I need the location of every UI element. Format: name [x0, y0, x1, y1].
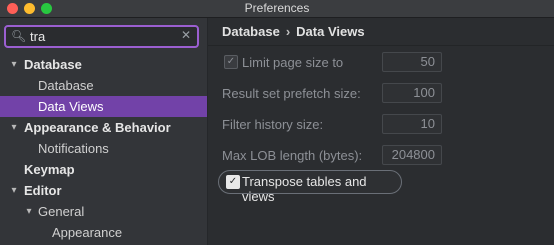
limit-page-size-field[interactable]: 50 — [382, 52, 442, 72]
breadcrumb-parent: Database — [222, 24, 280, 39]
max-lob-label: Max LOB length (bytes): — [222, 148, 363, 163]
tree-item-label: Editor — [24, 183, 62, 198]
prefetch-field[interactable]: 100 — [382, 83, 442, 103]
settings-panel: Database › Data Views ✓ Limit page size to… — [208, 18, 554, 245]
header-divider — [208, 45, 554, 46]
tree-item-label: Data Views — [38, 99, 104, 114]
max-lob-field[interactable]: 204800 — [382, 145, 442, 165]
filter-history-label: Filter history size: — [222, 117, 324, 132]
filter-history-row: Filter history size: 10 — [222, 114, 542, 136]
preferences-window: Preferences 🔍︎ ✕ ▾ Database Database Dat… — [0, 0, 554, 245]
limit-page-size-label: Limit page size to — [242, 55, 344, 70]
tree-item-label: Appearance & Behavior — [24, 120, 171, 135]
tree-item-label: General — [38, 204, 85, 219]
search-box[interactable]: 🔍︎ ✕ — [4, 25, 199, 48]
settings-sidebar: 🔍︎ ✕ ▾ Database Database Data Views ▾ Ap… — [0, 18, 208, 245]
tree-item-notifications[interactable]: Notifications — [0, 138, 207, 159]
search-input[interactable] — [30, 28, 170, 45]
window-title: Preferences — [244, 1, 310, 15]
tree-item-label: Keymap — [24, 162, 75, 177]
breadcrumb-current: Data Views — [296, 24, 365, 39]
tree-item-label: Notifications — [38, 141, 109, 156]
tree-item-label: Appearance — [52, 225, 123, 240]
settings-tree: ▾ Database Database Data Views ▾ Appeara… — [0, 54, 207, 243]
tree-item-appearance[interactable]: Appearance — [0, 222, 207, 243]
limit-page-size-row: ✓ Limit page size to 50 — [222, 52, 542, 74]
title-bar: Preferences — [0, 0, 554, 18]
max-lob-row: Max LOB length (bytes): 204800 — [222, 145, 542, 167]
tree-item-appearance-behavior[interactable]: ▾ Appearance & Behavior — [0, 117, 207, 138]
chevron-down-icon[interactable]: ▾ — [8, 54, 20, 75]
prefetch-row: Result set prefetch size: 100 — [222, 83, 542, 105]
tree-item-label: Database — [38, 78, 94, 93]
filter-history-field[interactable]: 10 — [382, 114, 442, 134]
limit-page-size-checkbox[interactable]: ✓ — [224, 55, 238, 69]
transpose-tables-label: Transpose tables and views — [242, 174, 367, 204]
prefetch-label: Result set prefetch size: — [222, 86, 361, 101]
clear-icon[interactable]: ✕ — [181, 28, 191, 42]
breadcrumb: Database › Data Views — [222, 24, 365, 39]
tree-item-general[interactable]: ▾ General — [0, 201, 207, 222]
chevron-down-icon[interactable]: ▾ — [8, 180, 20, 201]
chevron-down-icon[interactable]: ▾ — [8, 117, 20, 138]
transpose-tables-checkbox[interactable]: ✓ — [226, 175, 240, 189]
search-icon[interactable]: 🔍︎ — [11, 29, 26, 43]
tree-item-database[interactable]: Database — [0, 75, 207, 96]
tree-item-database-group[interactable]: ▾ Database — [0, 54, 207, 75]
tree-item-editor[interactable]: ▾ Editor — [0, 180, 207, 201]
transpose-tables-option[interactable]: ✓ Transpose tables and views — [218, 170, 402, 204]
breadcrumb-separator: › — [285, 24, 291, 39]
chevron-down-icon[interactable]: ▾ — [23, 201, 35, 222]
tree-item-label: Database — [24, 57, 82, 72]
tree-item-keymap[interactable]: Keymap — [0, 159, 207, 180]
tree-item-data-views[interactable]: Data Views — [0, 96, 207, 117]
